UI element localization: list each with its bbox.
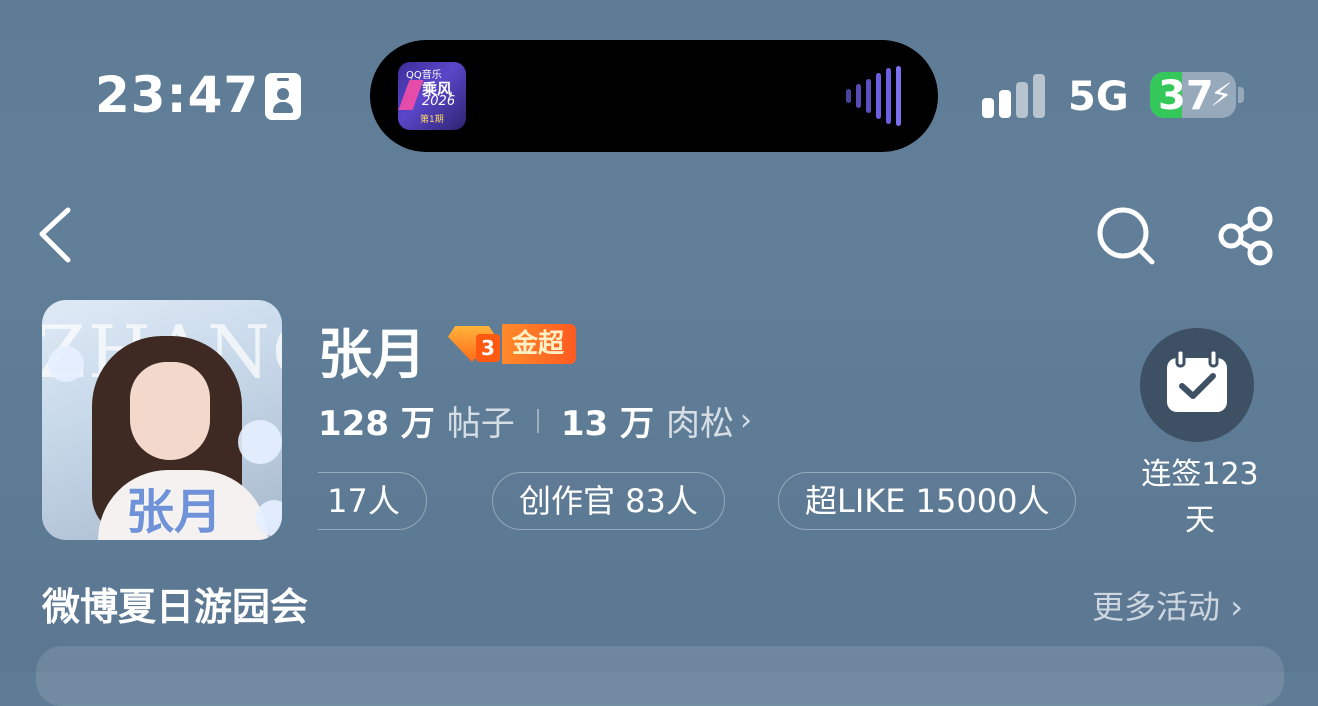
chip-super-like[interactable]: 超LIKE 15000人 <box>778 472 1077 530</box>
chip-role-1[interactable]: 咖 17人 <box>318 472 427 530</box>
page-title: 张月 <box>318 323 426 386</box>
artwork-episode: 第1期 <box>420 115 444 125</box>
fans-label[interactable]: 肉松 <box>666 396 734 445</box>
chip-creators[interactable]: 创作官 83人 <box>492 472 725 530</box>
activity-card[interactable] <box>36 646 1284 706</box>
posts-count: 128 万 <box>318 404 435 444</box>
search-icon <box>1097 207 1155 265</box>
checkin-streak-label[interactable]: 连签123天 <box>1130 452 1270 544</box>
role-chips[interactable]: 咖 17人 创作官 83人 超LIKE 15000人 <box>318 472 1108 532</box>
battery-indicator: 37 ⚡ <box>1150 72 1236 118</box>
search-button[interactable] <box>1094 204 1158 268</box>
battery-level: 37 <box>1158 73 1214 118</box>
diamond-icon: 3 <box>446 322 502 366</box>
status-time: 23:47 <box>95 66 260 124</box>
fans-count[interactable]: 13 万 <box>561 396 654 445</box>
gold-super-badge[interactable]: 3 金超 <box>446 322 577 366</box>
chevron-right-icon: › <box>1230 588 1243 626</box>
section-title: 微博夏日游园会 <box>42 585 309 629</box>
posts-label: 帖子 <box>446 404 515 444</box>
audio-wave-icon <box>846 66 901 126</box>
avatar-signature: 张月 <box>126 484 223 540</box>
battery-cap <box>1238 87 1244 103</box>
stats-divider <box>536 408 539 433</box>
chevron-right-icon[interactable]: › <box>740 403 752 438</box>
more-activities-link[interactable]: 更多活动 › <box>1092 582 1243 628</box>
network-type: 5G <box>1068 74 1129 120</box>
stats-row: 128 万 帖子 13 万 肉松 › <box>318 396 752 445</box>
avatar[interactable]: ZHANG 张月 <box>42 300 282 540</box>
share-button[interactable] <box>1214 204 1278 268</box>
checkin-button[interactable] <box>1140 328 1254 442</box>
calendar-check-icon <box>1167 348 1227 412</box>
back-chevron-icon <box>39 207 71 263</box>
charging-bolt-icon: ⚡ <box>1210 76 1233 114</box>
back-button[interactable] <box>30 204 90 264</box>
badge-level: 3 <box>476 334 500 362</box>
more-activities-label: 更多活动 <box>1092 588 1221 626</box>
share-icon <box>1218 206 1273 266</box>
artwork-year: 2026 <box>422 94 456 109</box>
signal-icon <box>982 72 1050 118</box>
now-playing-artwork[interactable]: QQ音乐 乘风 2026 第1期 <box>398 62 466 130</box>
id-card-icon <box>265 73 301 120</box>
badge-label: 金超 <box>502 324 577 364</box>
